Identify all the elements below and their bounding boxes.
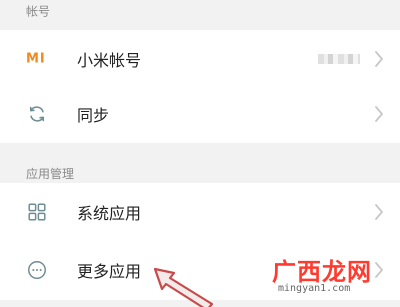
settings-row-system-apps[interactable]: 系统应用 <box>0 183 400 241</box>
chevron-right-icon <box>375 204 383 220</box>
section-header-app-management-label: 应用管理 <box>26 167 75 181</box>
section-header-account: 帐号 <box>0 0 400 22</box>
chevron-right-icon <box>375 106 383 122</box>
xiaomi-account-label: 小米帐号 <box>77 51 142 70</box>
blurred-account-id <box>318 54 360 64</box>
watermark-sub-text: mingyan1.com <box>278 283 351 294</box>
more-apps-label: 更多应用 <box>77 261 142 281</box>
section-header-app-management: 应用管理 <box>0 151 400 183</box>
system-apps-label: 系统应用 <box>77 204 142 223</box>
site-watermark: 广西龙网 mingyan1.com <box>260 252 395 296</box>
chevron-right-icon <box>375 51 383 67</box>
sync-icon <box>29 106 45 122</box>
section-header-account-label: 帐号 <box>26 4 51 19</box>
settings-row-sync[interactable]: 同步 <box>0 85 400 143</box>
pointer-arrow-annotation <box>153 267 214 307</box>
watermark-main-text: 广西龙网 <box>272 258 372 286</box>
sync-label: 同步 <box>77 106 110 125</box>
grid-icon <box>28 203 46 221</box>
settings-row-xiaomi-account[interactable]: MI 小米帐号 <box>0 30 400 88</box>
xiaomi-logo-icon: MI <box>26 51 46 67</box>
more-dots-icon <box>28 260 46 279</box>
